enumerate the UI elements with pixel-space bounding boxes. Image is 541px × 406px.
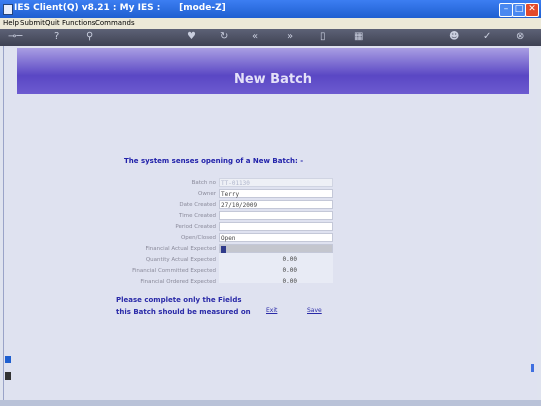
check-icon[interactable]: ✓ — [483, 31, 491, 42]
label-date-created: Date Created — [179, 202, 216, 208]
search-icon[interactable]: ⚲ — [86, 31, 93, 42]
menu-submit[interactable]: Submit — [20, 19, 45, 27]
time-created-field[interactable] — [219, 211, 333, 220]
label-financial-actual-expected: Financial Actual Expected — [145, 246, 216, 252]
refresh-icon[interactable]: ↻ — [220, 31, 228, 42]
minimize-button[interactable]: – — [499, 3, 513, 17]
label-period-created: Period Created — [175, 224, 216, 230]
app-icon — [3, 4, 13, 15]
page-header: New Batch — [17, 48, 529, 94]
instruction-line-2: this Batch should be measured on — [116, 308, 251, 316]
maximize-button[interactable]: □ — [512, 3, 526, 17]
owner-field[interactable]: Terry — [219, 189, 333, 198]
save-button[interactable]: Save — [307, 307, 322, 314]
window-title: IES Client(Q) v8.21 : My IES : [mode-Z] — [14, 3, 226, 13]
help-icon[interactable]: ? — [54, 31, 59, 42]
document-icon[interactable]: ▯ — [320, 31, 326, 42]
menu-functions[interactable]: Functions — [62, 19, 95, 27]
financial-actual-expected-field[interactable] — [219, 244, 333, 253]
label-financial-ordered-expected: Financial Ordered Expected — [140, 279, 216, 285]
close-icon[interactable]: ⊗ — [516, 31, 524, 42]
side-indicator — [5, 356, 11, 390]
date-created-field[interactable]: 27/10/2009 — [219, 200, 333, 209]
person-icon[interactable]: ☻ — [449, 31, 459, 42]
label-owner: Owner — [198, 191, 216, 197]
menu-quit[interactable]: Quit — [45, 19, 60, 27]
title-bar: IES Client(Q) v8.21 : My IES : [mode-Z] … — [0, 0, 541, 18]
menu-bar: Help Submit Quit Functions Commands — [0, 18, 541, 29]
forward-icon[interactable]: » — [287, 31, 293, 42]
intro-text: The system senses opening of a New Batch… — [124, 157, 304, 165]
page-title: New Batch — [233, 72, 313, 87]
label-batch-no: Batch no — [191, 180, 216, 186]
grid-icon[interactable]: ▦ — [354, 31, 363, 42]
label-time-created: Time Created — [179, 213, 216, 219]
status-bar — [0, 400, 541, 406]
label-quantity-actual-expected: Quantity Actual Expected — [145, 257, 216, 263]
financial-ordered-expected-field[interactable]: 0.00 — [219, 277, 333, 286]
exit-button[interactable]: Exit — [266, 307, 277, 314]
toolbar: ⊸─ ? ⚲ ♥ ↻ « » ▯ ▦ ☻ ✓ ⊗ — [0, 29, 541, 46]
text-cursor — [221, 246, 226, 253]
instruction-line-1: Please complete only the Fields — [116, 296, 242, 304]
period-created-field[interactable] — [219, 222, 333, 231]
label-financial-committed-expected: Financial Committed Expected — [132, 268, 216, 274]
financial-committed-expected-field[interactable]: 0.00 — [219, 266, 333, 275]
side-indicator-top — [5, 356, 11, 363]
app-window: IES Client(Q) v8.21 : My IES : [mode-Z] … — [0, 0, 541, 406]
scroll-indicator[interactable] — [531, 364, 534, 372]
heart-icon[interactable]: ♥ — [187, 31, 196, 42]
close-button[interactable]: ✕ — [525, 3, 539, 17]
menu-help[interactable]: Help — [3, 19, 19, 27]
batch-no-field: TT-01130 — [219, 178, 333, 187]
key-icon[interactable]: ⊸─ — [8, 31, 22, 42]
menu-commands[interactable]: Commands — [95, 19, 135, 27]
quantity-actual-expected-field[interactable]: 0.00 — [219, 255, 333, 264]
side-indicator-bottom — [5, 372, 11, 380]
rewind-icon[interactable]: « — [252, 31, 258, 42]
open-closed-field[interactable]: Open — [219, 233, 333, 242]
label-open-closed: Open/Closed — [180, 235, 216, 241]
instruction-note: Please complete only the Fields this Bat… — [116, 294, 251, 318]
